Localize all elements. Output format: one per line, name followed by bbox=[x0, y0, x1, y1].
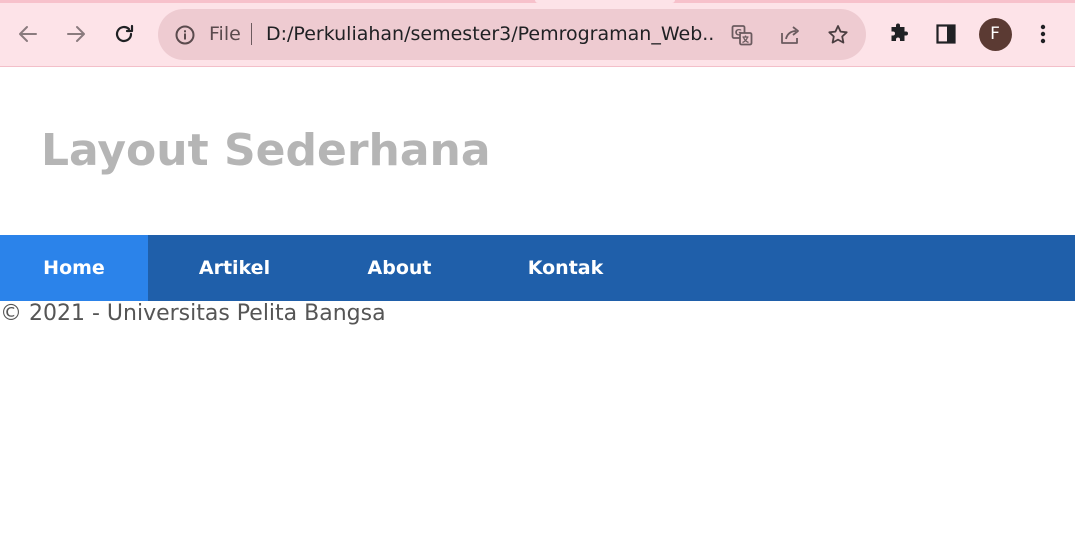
url-divider bbox=[251, 23, 252, 45]
web-page: Layout Sederhana Home Artikel About Kont… bbox=[0, 67, 1075, 559]
info-icon[interactable] bbox=[174, 24, 196, 46]
side-panel-button[interactable] bbox=[929, 17, 963, 51]
nav-link-home[interactable]: Home bbox=[0, 235, 148, 301]
side-panel-icon bbox=[936, 24, 956, 44]
arrow-right-icon bbox=[67, 26, 85, 42]
url-text[interactable]: D:/Perkuliahan/semester3/Pemrograman_Web… bbox=[266, 22, 716, 46]
profile-button[interactable]: F bbox=[978, 17, 1012, 51]
browser-menu-button[interactable] bbox=[1026, 17, 1060, 51]
forward-button[interactable] bbox=[59, 17, 93, 51]
nav-link-about[interactable]: About bbox=[321, 235, 478, 301]
page-title: Layout Sederhana bbox=[41, 125, 491, 176]
site-header: Layout Sederhana bbox=[0, 67, 1075, 235]
url-scheme-label: File bbox=[209, 23, 241, 45]
site-footer: © 2021 - Universitas Pelita Bangsa bbox=[0, 301, 386, 326]
reload-button[interactable] bbox=[107, 17, 141, 51]
address-bar[interactable]: File D:/Perkuliahan/semester3/Pemrograma… bbox=[158, 9, 866, 60]
kebab-menu-icon bbox=[1040, 24, 1046, 44]
reload-icon bbox=[115, 24, 134, 43]
arrow-left-icon bbox=[19, 26, 37, 42]
browser-toolbar: File D:/Perkuliahan/semester3/Pemrograma… bbox=[0, 0, 1075, 67]
puzzle-icon bbox=[891, 23, 908, 41]
share-icon[interactable] bbox=[777, 22, 803, 48]
site-navigation: Home Artikel About Kontak bbox=[0, 235, 1075, 301]
back-button[interactable] bbox=[11, 17, 45, 51]
active-tab-edge[interactable] bbox=[535, 0, 675, 3]
nav-link-artikel[interactable]: Artikel bbox=[148, 235, 321, 301]
nav-link-kontak[interactable]: Kontak bbox=[478, 235, 653, 301]
translate-icon[interactable]: G bbox=[729, 22, 755, 48]
extensions-button[interactable] bbox=[882, 17, 916, 51]
star-icon[interactable] bbox=[825, 22, 851, 48]
avatar: F bbox=[978, 17, 1012, 51]
